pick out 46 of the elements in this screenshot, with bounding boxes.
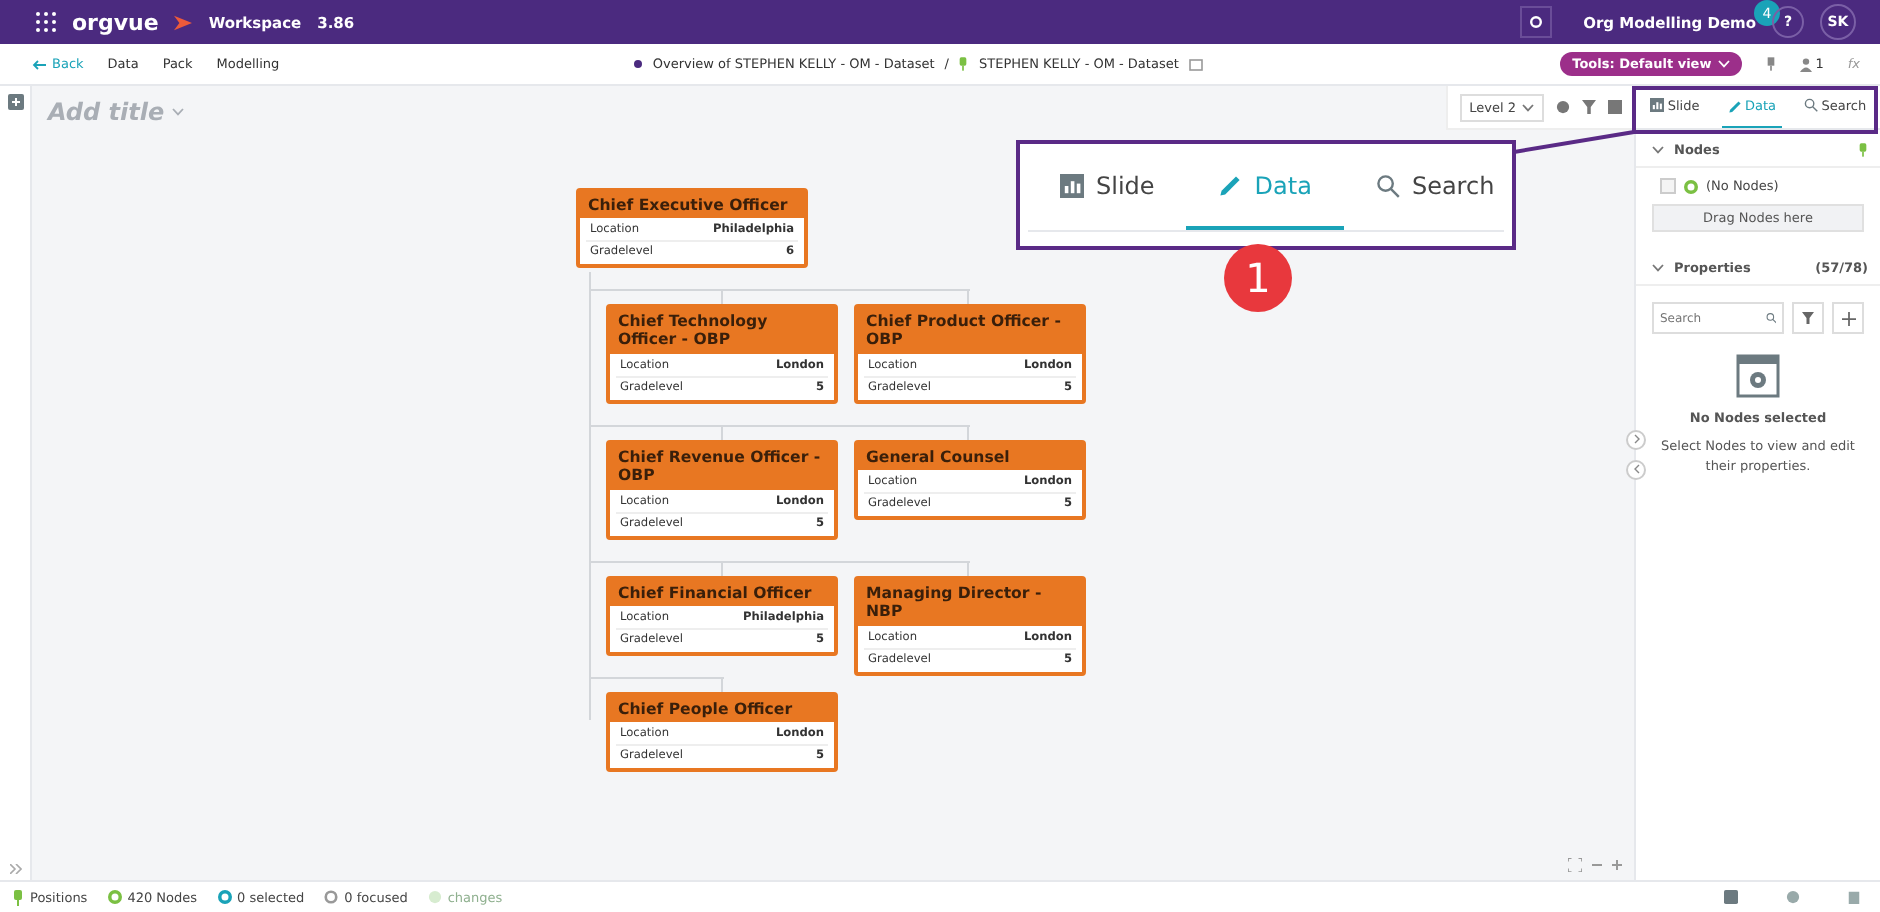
search-icon — [1803, 98, 1818, 112]
nodes-icon — [107, 890, 122, 904]
panel-tab[interactable]: Slide — [1028, 144, 1187, 230]
changes-icon — [427, 890, 442, 904]
chart-icon — [1060, 173, 1084, 197]
plus-icon[interactable] — [1612, 860, 1622, 870]
fit-screen-icon[interactable] — [1568, 858, 1582, 872]
chevron-icon — [1522, 103, 1534, 111]
chevron-icon — [172, 108, 185, 116]
chevron-icon[interactable] — [1652, 146, 1664, 154]
filter-icon[interactable] — [1582, 100, 1596, 114]
ring-icon — [1684, 179, 1698, 193]
pin-icon — [958, 56, 969, 72]
logo-mark-icon — [174, 13, 193, 31]
pin-icon[interactable] — [1765, 56, 1776, 72]
pin-icon — [1858, 142, 1868, 158]
add-button[interactable] — [1832, 302, 1864, 334]
pencil-icon — [1727, 99, 1741, 113]
chevron-icon[interactable] — [1652, 264, 1664, 272]
ring-icon — [324, 890, 339, 904]
search-icon — [1375, 173, 1400, 197]
ring-icon — [217, 890, 232, 904]
dot-icon — [634, 60, 643, 68]
chevron-left-icon — [1633, 463, 1639, 473]
refresh-button[interactable] — [1519, 6, 1552, 38]
filter-icon — [1802, 312, 1814, 324]
logo-text: orgvue — [72, 9, 159, 35]
collapse-button[interactable] — [1626, 460, 1646, 480]
expand-icon[interactable] — [9, 864, 21, 874]
refresh-icon — [1527, 14, 1544, 30]
person-icon[interactable] — [1799, 57, 1812, 71]
plus-icon — [1841, 311, 1855, 325]
chart-icon — [1649, 98, 1664, 112]
minus-icon[interactable] — [1592, 860, 1602, 870]
checkbox[interactable] — [1660, 178, 1676, 194]
search-icon — [1765, 312, 1776, 324]
expand-button[interactable] — [1626, 430, 1646, 450]
panel-tab[interactable]: Search — [1343, 144, 1527, 230]
pencil-icon — [1218, 173, 1243, 197]
back-arrow-icon — [32, 59, 46, 69]
filter-button[interactable] — [1792, 302, 1824, 334]
app-grid-icon[interactable] — [36, 12, 56, 32]
window-icon — [1736, 354, 1780, 398]
chevron-right-icon — [1633, 433, 1639, 443]
chevron-icon — [1717, 60, 1730, 68]
pin-icon — [12, 889, 24, 905]
